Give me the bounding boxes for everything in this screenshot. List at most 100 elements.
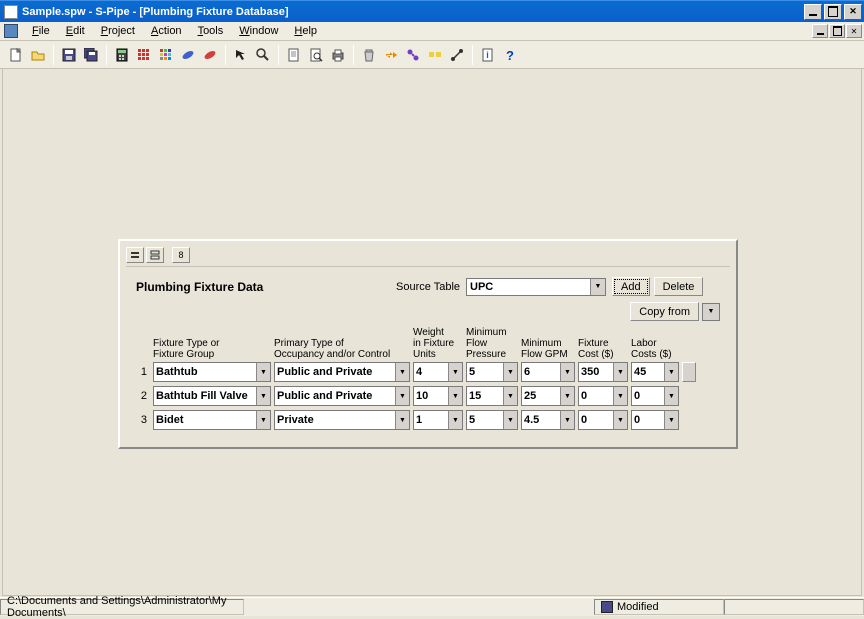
copy-from-combo[interactable] xyxy=(702,303,720,321)
menu-project[interactable]: Project xyxy=(93,23,143,39)
table-row: 2Bathtub Fill ValvePublic and Private101… xyxy=(136,386,720,406)
col-occupancy: Primary Type ofOccupancy and/or Control xyxy=(274,338,410,360)
chevron-down-icon[interactable] xyxy=(448,363,462,381)
col-labcost: LaborCosts ($) xyxy=(631,338,679,360)
node-purple-icon[interactable] xyxy=(403,45,423,65)
add-button[interactable]: Add xyxy=(612,277,650,296)
info-icon[interactable]: i xyxy=(478,45,498,65)
menu-tools[interactable]: Tools xyxy=(190,23,232,39)
chevron-down-icon[interactable] xyxy=(448,411,462,429)
app-icon xyxy=(4,5,18,19)
chevron-down-icon[interactable] xyxy=(664,363,678,381)
minflow-combo[interactable]: 5 xyxy=(466,362,518,382)
minimize-button[interactable] xyxy=(804,4,822,20)
labcost-combo[interactable]: 0 xyxy=(631,386,679,406)
chevron-down-icon[interactable] xyxy=(256,363,270,381)
delete-button[interactable]: Delete xyxy=(654,277,704,296)
chevron-down-icon[interactable] xyxy=(503,363,517,381)
status-bar: C:\Documents and Settings\Administrator\… xyxy=(0,597,864,616)
svg-text:?: ? xyxy=(506,48,514,62)
chevron-down-icon[interactable] xyxy=(560,411,574,429)
chevron-down-icon[interactable] xyxy=(448,387,462,405)
zoom-glass-icon[interactable] xyxy=(253,45,273,65)
fixture-combo[interactable]: Bathtub Fill Valve xyxy=(153,386,271,406)
pill-red-icon[interactable] xyxy=(200,45,220,65)
chevron-down-icon[interactable] xyxy=(590,279,605,295)
pill-blue-icon[interactable] xyxy=(178,45,198,65)
page-icon[interactable] xyxy=(284,45,304,65)
window-titlebar: Sample.spw - S-Pipe - [Plumbing Fixture … xyxy=(0,0,864,22)
preview-icon[interactable] xyxy=(306,45,326,65)
save-button[interactable] xyxy=(59,45,79,65)
chevron-down-icon[interactable] xyxy=(664,411,678,429)
panel-tab-8[interactable]: 8 xyxy=(172,247,190,263)
chevron-down-icon[interactable] xyxy=(395,387,409,405)
row-number: 2 xyxy=(136,390,150,402)
mingpm-combo[interactable]: 6 xyxy=(521,362,575,382)
chevron-down-icon[interactable] xyxy=(560,363,574,381)
chevron-down-icon[interactable] xyxy=(256,387,270,405)
mingpm-combo[interactable]: 4.5 xyxy=(521,410,575,430)
calculator-icon[interactable] xyxy=(112,45,132,65)
trash-icon[interactable] xyxy=(359,45,379,65)
blocks-yellow-icon[interactable] xyxy=(425,45,445,65)
fixcost-combo[interactable]: 350 xyxy=(578,362,628,382)
menu-window[interactable]: Window xyxy=(231,23,286,39)
chevron-down-icon[interactable] xyxy=(395,363,409,381)
fixture-combo[interactable]: Bidet xyxy=(153,410,271,430)
copy-from-button[interactable]: Copy from xyxy=(630,302,699,321)
new-button[interactable] xyxy=(6,45,26,65)
labcost-combo[interactable]: 0 xyxy=(631,410,679,430)
labcost-combo[interactable]: 45 xyxy=(631,362,679,382)
weight-combo[interactable]: 4 xyxy=(413,362,463,382)
menu-action[interactable]: Action xyxy=(143,23,190,39)
row-number: 1 xyxy=(136,366,150,378)
window-title: Sample.spw - S-Pipe - [Plumbing Fixture … xyxy=(22,6,804,18)
mingpm-combo[interactable]: 25 xyxy=(521,386,575,406)
mdi-restore-button[interactable] xyxy=(829,24,845,38)
saveall-button[interactable] xyxy=(81,45,101,65)
mdi-close-button[interactable] xyxy=(846,24,862,38)
chevron-down-icon[interactable] xyxy=(703,304,719,320)
fixture-combo[interactable]: Bathtub xyxy=(153,362,271,382)
print-icon[interactable] xyxy=(328,45,348,65)
chevron-down-icon[interactable] xyxy=(503,411,517,429)
chevron-down-icon[interactable] xyxy=(503,387,517,405)
chevron-down-icon[interactable] xyxy=(560,387,574,405)
chevron-down-icon[interactable] xyxy=(664,387,678,405)
chevron-down-icon[interactable] xyxy=(613,363,627,381)
fixcost-combo[interactable]: 0 xyxy=(578,386,628,406)
arrow-orange-icon[interactable] xyxy=(381,45,401,65)
document-icon xyxy=(4,24,18,38)
grid-red-icon[interactable] xyxy=(134,45,154,65)
menu-help[interactable]: Help xyxy=(286,23,325,39)
close-button[interactable] xyxy=(844,4,862,20)
chevron-down-icon[interactable] xyxy=(613,411,627,429)
source-table-combo[interactable]: UPC xyxy=(466,278,606,296)
connect-dots-icon[interactable] xyxy=(447,45,467,65)
grid-header: Fixture Type orFixture Group Primary Typ… xyxy=(136,327,720,360)
collapse-icon[interactable] xyxy=(126,247,144,263)
scroll-up-button[interactable] xyxy=(682,362,696,382)
disk-icon xyxy=(601,601,613,613)
chevron-down-icon[interactable] xyxy=(256,411,270,429)
minflow-combo[interactable]: 5 xyxy=(466,410,518,430)
open-button[interactable] xyxy=(28,45,48,65)
menu-edit[interactable]: Edit xyxy=(58,23,93,39)
weight-combo[interactable]: 1 xyxy=(413,410,463,430)
fixcost-combo[interactable]: 0 xyxy=(578,410,628,430)
occupancy-combo[interactable]: Public and Private xyxy=(274,362,410,382)
maximize-button[interactable] xyxy=(824,4,842,20)
menu-file[interactable]: File xyxy=(24,23,58,39)
mdi-minimize-button[interactable] xyxy=(812,24,828,38)
minflow-combo[interactable]: 15 xyxy=(466,386,518,406)
help-icon[interactable]: ? xyxy=(500,45,520,65)
occupancy-combo[interactable]: Public and Private xyxy=(274,386,410,406)
occupancy-combo[interactable]: Private xyxy=(274,410,410,430)
expand-icon[interactable] xyxy=(146,247,164,263)
zoom-cursor-icon[interactable] xyxy=(231,45,251,65)
weight-combo[interactable]: 10 xyxy=(413,386,463,406)
chevron-down-icon[interactable] xyxy=(613,387,627,405)
grid-color-icon[interactable] xyxy=(156,45,176,65)
chevron-down-icon[interactable] xyxy=(395,411,409,429)
